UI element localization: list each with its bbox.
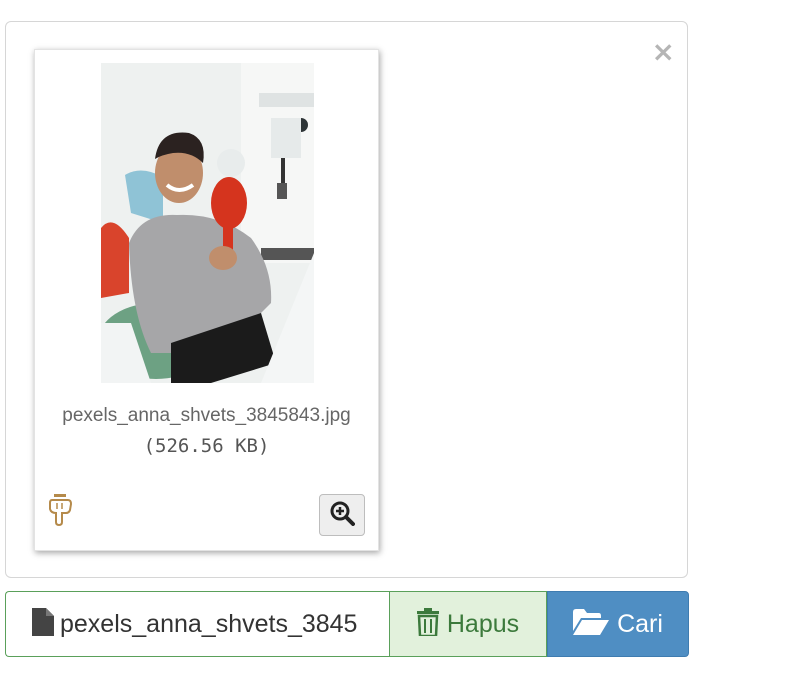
remove-button[interactable]: Hapus — [389, 591, 547, 657]
file-thumbnail-card: pexels_anna_shvets_3845843.jpg (526.56 K… — [34, 49, 379, 551]
file-size: (526.56 KB) — [143, 435, 270, 457]
close-icon[interactable]: × — [652, 38, 675, 66]
trash-icon — [416, 608, 439, 640]
file-icon — [32, 608, 54, 640]
zoom-in-icon — [329, 500, 355, 530]
file-input-group: pexels_anna_shvets_3845 Hapus Cari — [5, 591, 689, 657]
browse-button-label: Cari — [617, 609, 663, 638]
file-preview-panel: × pexels_anna_shvets_3845843.jpg (526.56… — [5, 21, 688, 578]
folder-open-icon — [573, 609, 610, 639]
file-caption-text: pexels_anna_shvets_3845 — [60, 609, 358, 638]
remove-button-label: Hapus — [446, 609, 520, 638]
zoom-button[interactable] — [319, 494, 365, 536]
file-name: pexels_anna_shvets_3845843.jpg — [62, 405, 351, 426]
preview-image — [101, 63, 314, 383]
file-caption[interactable]: pexels_anna_shvets_3845 — [5, 591, 389, 657]
hand-point-down-icon[interactable] — [45, 492, 75, 528]
browse-button[interactable]: Cari — [547, 591, 689, 657]
